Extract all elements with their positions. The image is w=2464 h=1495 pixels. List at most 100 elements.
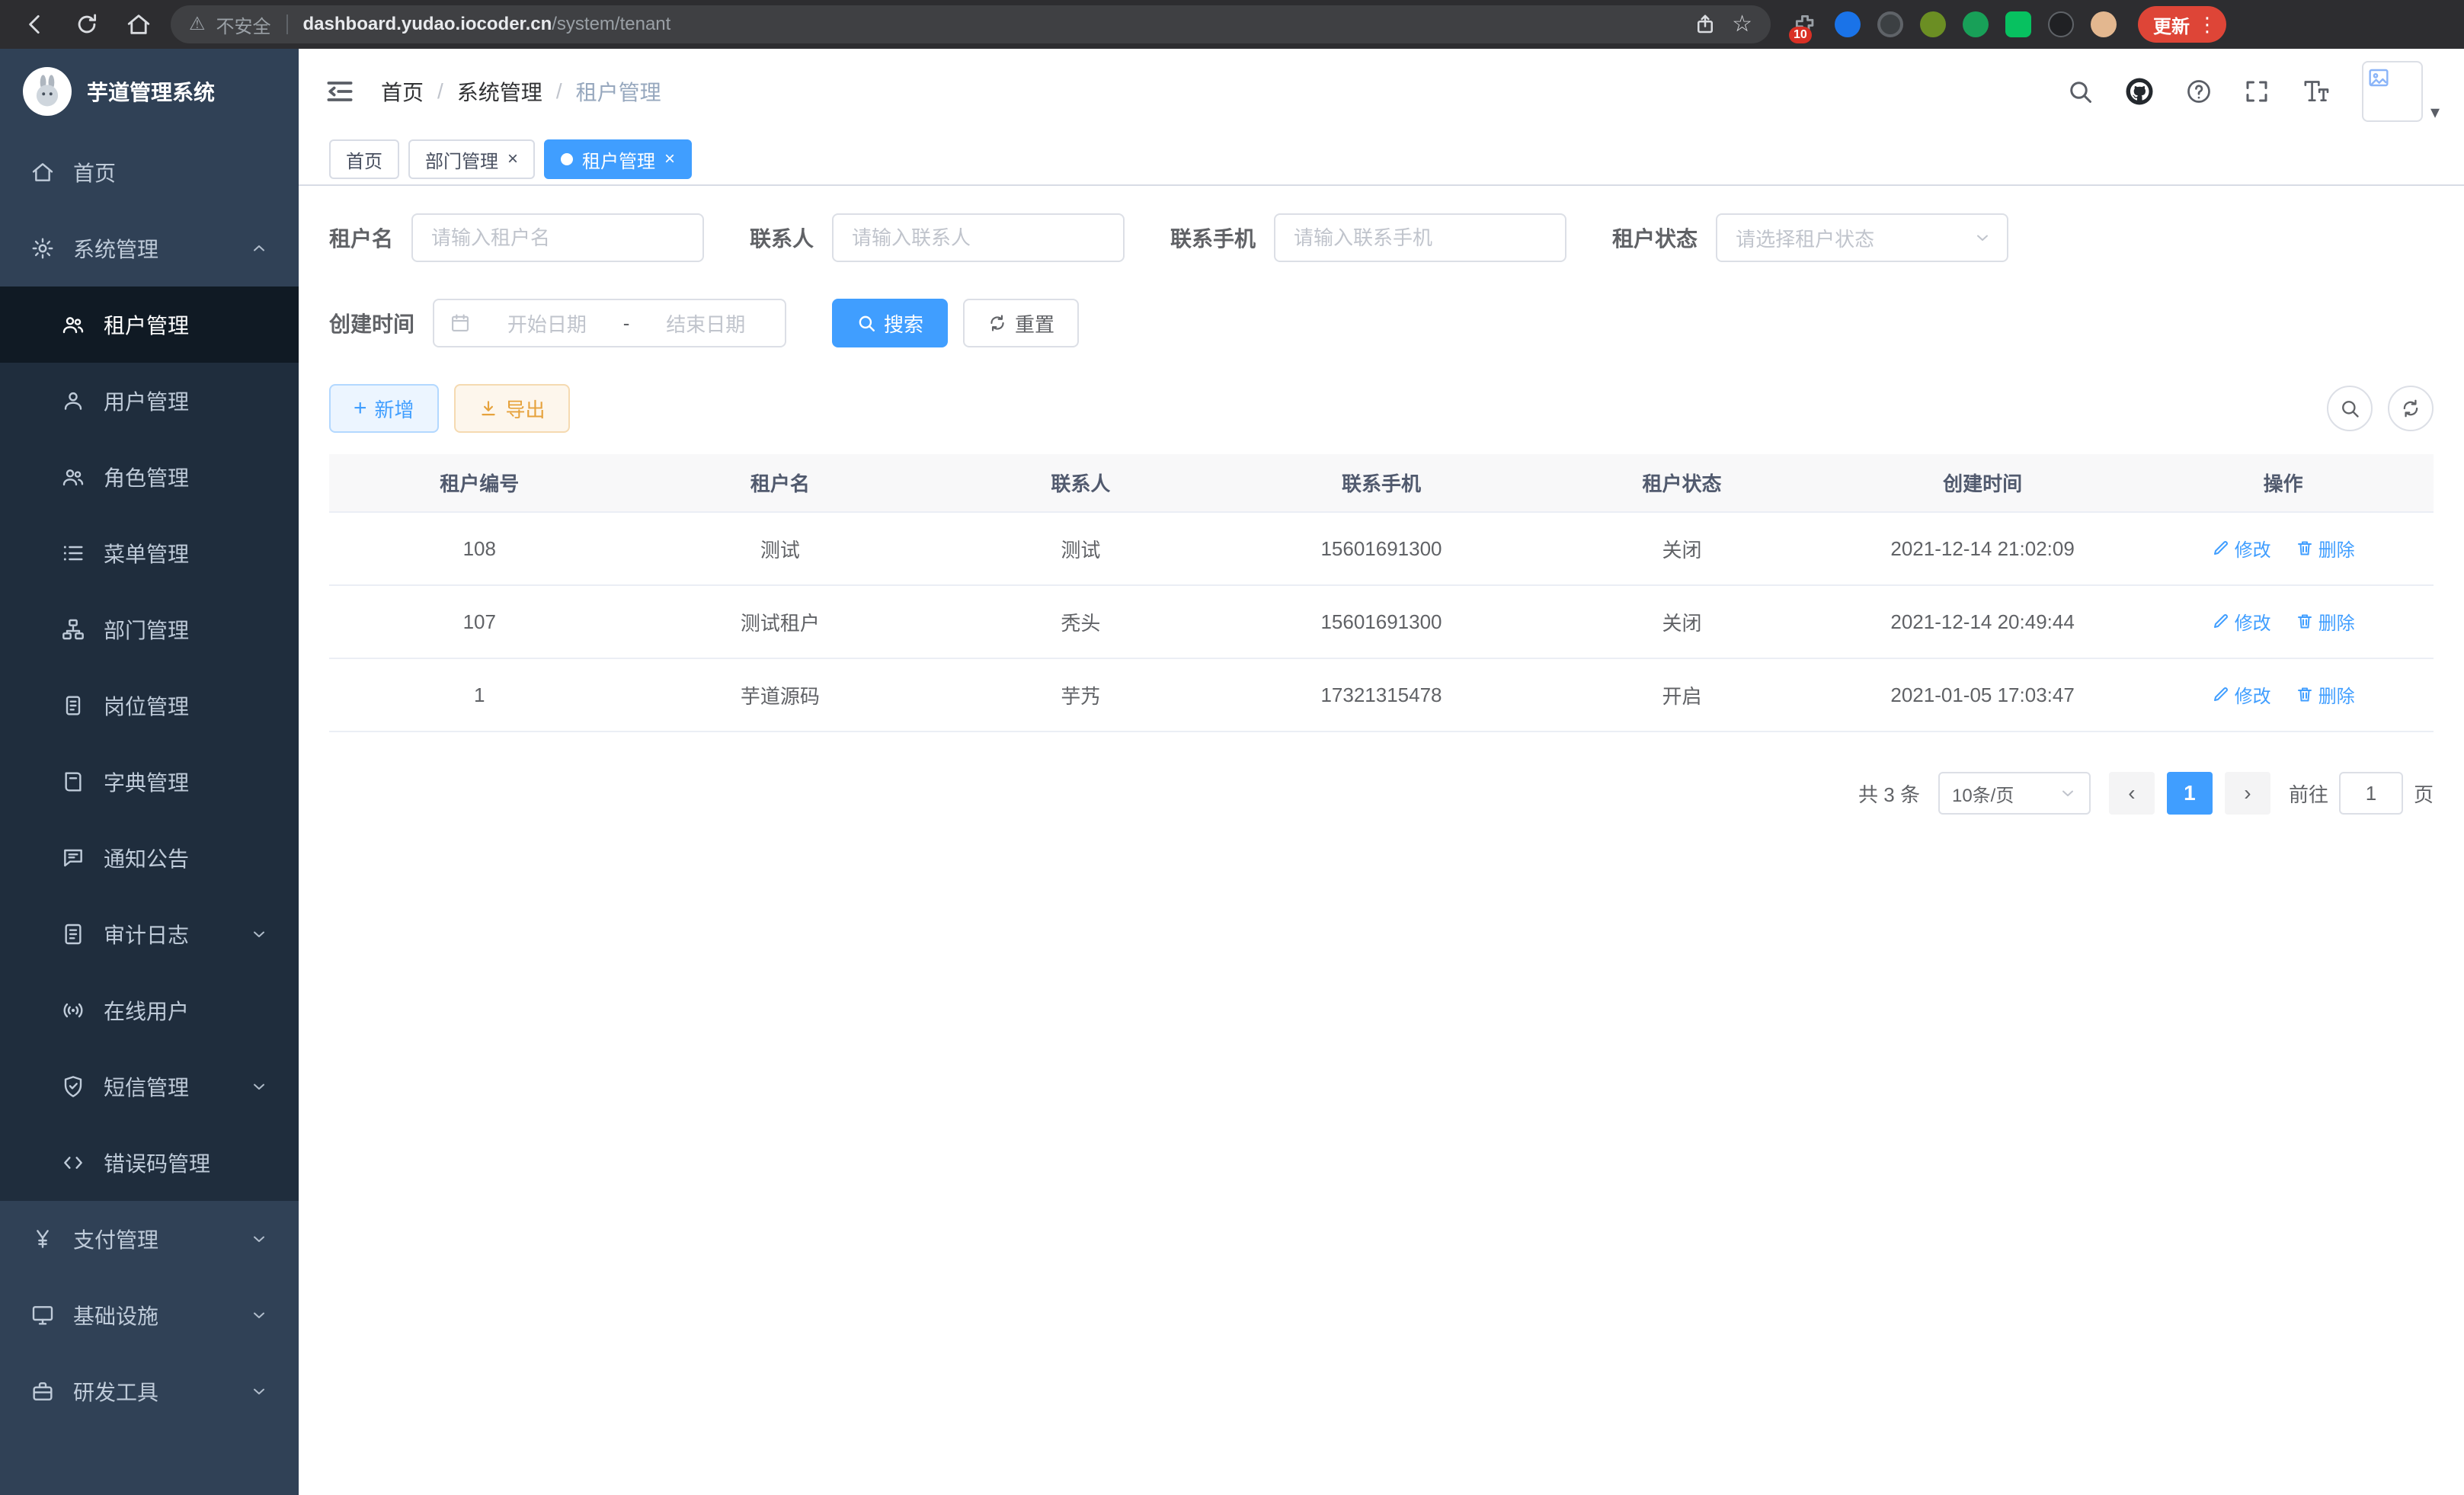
sidebar-item-tenant-management[interactable]: 租户管理: [0, 287, 299, 363]
share-icon[interactable]: [1694, 13, 1717, 36]
add-button[interactable]: + 新增: [329, 384, 439, 433]
security-label[interactable]: 不安全: [216, 11, 271, 38]
sidebar-item-error-code-management[interactable]: 错误码管理: [0, 1125, 299, 1201]
edit-button[interactable]: 修改: [2212, 535, 2271, 562]
sidebar-item-payment-management[interactable]: 支付管理: [0, 1201, 299, 1277]
delete-button[interactable]: 删除: [2296, 681, 2355, 708]
app-logo[interactable]: 芋道管理系统: [0, 49, 299, 134]
fullscreen-icon[interactable]: [2243, 78, 2270, 105]
app-title: 芋道管理系统: [87, 76, 215, 107]
sidebar-item-dictionary-management[interactable]: 字典管理: [0, 744, 299, 820]
sidebar-item-dev-tools[interactable]: 研发工具: [0, 1353, 299, 1429]
date-start-placeholder: 开始日期: [483, 309, 611, 338]
cell-contact: 测试: [930, 512, 1231, 585]
tab-home[interactable]: 首页: [329, 139, 399, 179]
sidebar-item-infrastructure[interactable]: 基础设施: [0, 1277, 299, 1353]
reset-button[interactable]: 重置: [963, 299, 1079, 347]
chevron-right-icon: ›: [2244, 783, 2251, 804]
cell-tenant-id: 1: [329, 658, 630, 731]
search-button[interactable]: 搜索: [832, 299, 948, 347]
browser-update-button[interactable]: 更新 ⋮: [2138, 6, 2226, 43]
toggle-search-button[interactable]: [2327, 386, 2373, 431]
sidebar-collapse-icon[interactable]: [323, 75, 357, 108]
phone-input[interactable]: [1274, 213, 1566, 262]
sidebar-item-online-users[interactable]: 在线用户: [0, 972, 299, 1048]
cell-actions: 修改删除: [2133, 512, 2434, 585]
chevron-up-icon: [250, 239, 268, 258]
page-size-select[interactable]: 10条/页: [1938, 772, 2091, 815]
sidebar-item-home[interactable]: 首页: [0, 134, 299, 210]
address-bar[interactable]: ⚠ 不安全 dashboard.yudao.iocoder.cn/system/…: [171, 5, 1771, 43]
broken-image-icon: [2366, 66, 2391, 90]
breadcrumb-item-system[interactable]: 系统管理: [457, 76, 542, 107]
bookmark-star-icon[interactable]: ☆: [1732, 13, 1752, 36]
online-signal-icon: [61, 998, 85, 1023]
breadcrumb-item-home[interactable]: 首页: [381, 76, 424, 107]
column-header-tenant-id: 租户编号: [329, 454, 630, 512]
user-avatar-dropdown[interactable]: ▾: [2362, 61, 2440, 122]
tab-tenant-management[interactable]: 租户管理 ×: [544, 139, 692, 179]
avatar: [2362, 61, 2423, 122]
edit-button[interactable]: 修改: [2212, 608, 2271, 635]
sidebar-item-sms-management[interactable]: 短信管理: [0, 1048, 299, 1125]
font-size-icon[interactable]: [2301, 76, 2331, 107]
extension-icon-green-circle[interactable]: [1963, 11, 1989, 37]
extension-icon-green-square[interactable]: [2005, 11, 2031, 37]
page-number-button[interactable]: 1: [2167, 772, 2213, 815]
user-icon: [61, 389, 85, 413]
date-range-picker[interactable]: 开始日期 - 结束日期: [433, 299, 786, 347]
sidebar-item-department-management[interactable]: 部门管理: [0, 591, 299, 667]
github-icon[interactable]: [2124, 76, 2155, 107]
help-icon[interactable]: [2185, 78, 2213, 105]
browser-menu-dots-icon[interactable]: ⋮: [2197, 14, 2217, 34]
trash-icon: [2296, 612, 2314, 630]
column-header-contact: 联系人: [930, 454, 1231, 512]
sidebar-item-user-management[interactable]: 用户管理: [0, 363, 299, 439]
cell-phone: 17321315478: [1231, 658, 1532, 731]
sidebar-item-menu-management[interactable]: 菜单管理: [0, 515, 299, 591]
cell-created: 2021-12-14 21:02:09: [1832, 512, 2133, 585]
goto-page-input[interactable]: [2339, 772, 2403, 815]
cell-status: 开启: [1531, 658, 1832, 731]
browser-back-icon[interactable]: [15, 5, 55, 44]
delete-label: 删除: [2318, 608, 2355, 635]
browser-home-icon[interactable]: [119, 5, 158, 44]
close-icon[interactable]: ×: [507, 150, 518, 168]
search-icon: [2339, 398, 2360, 419]
extension-icon-olive[interactable]: [1920, 11, 1946, 37]
extension-icon-blue[interactable]: [1835, 11, 1861, 37]
header-search-icon[interactable]: [2066, 78, 2094, 105]
tab-department-management[interactable]: 部门管理 ×: [408, 139, 535, 179]
extension-icon-dark[interactable]: [1877, 11, 1903, 37]
prev-page-button[interactable]: ‹: [2109, 772, 2155, 815]
close-icon[interactable]: ×: [664, 150, 675, 168]
main-panel: 首页 / 系统管理 / 租户管理 ▾ 首页: [299, 49, 2464, 1495]
extension-icon-black[interactable]: [2048, 11, 2074, 37]
tab-label: 首页: [346, 146, 382, 173]
sidebar-item-notice[interactable]: 通知公告: [0, 820, 299, 896]
edit-button[interactable]: 修改: [2212, 681, 2271, 708]
next-page-button[interactable]: ›: [2225, 772, 2270, 815]
status-select[interactable]: 请选择租户状态: [1716, 213, 2008, 262]
sidebar: 芋道管理系统 首页 系统管理 租户管理 用户管理 角色管: [0, 49, 299, 1495]
browser-reload-icon[interactable]: [67, 5, 107, 44]
tenant-name-input[interactable]: [411, 213, 704, 262]
delete-button[interactable]: 删除: [2296, 608, 2355, 635]
cell-tenant-id: 107: [329, 585, 630, 658]
sidebar-item-role-management[interactable]: 角色管理: [0, 439, 299, 515]
sidebar-menu: 首页 系统管理 租户管理 用户管理 角色管理 菜单管理: [0, 134, 299, 1495]
top-navbar: 首页 / 系统管理 / 租户管理 ▾: [299, 49, 2464, 134]
export-button[interactable]: 导出: [454, 384, 570, 433]
delete-button[interactable]: 删除: [2296, 535, 2355, 562]
sidebar-item-system-management[interactable]: 系统管理: [0, 210, 299, 287]
document-icon: [61, 922, 85, 946]
status-select-placeholder: 请选择租户状态: [1736, 224, 1874, 252]
refresh-table-button[interactable]: [2388, 386, 2434, 431]
contact-input[interactable]: [832, 213, 1125, 262]
profile-avatar-icon[interactable]: [2091, 11, 2117, 37]
sidebar-item-audit-log[interactable]: 审计日志: [0, 896, 299, 972]
breadcrumb-item-current: 租户管理: [576, 76, 661, 107]
edit-label: 修改: [2235, 535, 2271, 562]
sidebar-item-post-management[interactable]: 岗位管理: [0, 667, 299, 744]
extension-puzzle-icon[interactable]: 10: [1792, 11, 1818, 37]
